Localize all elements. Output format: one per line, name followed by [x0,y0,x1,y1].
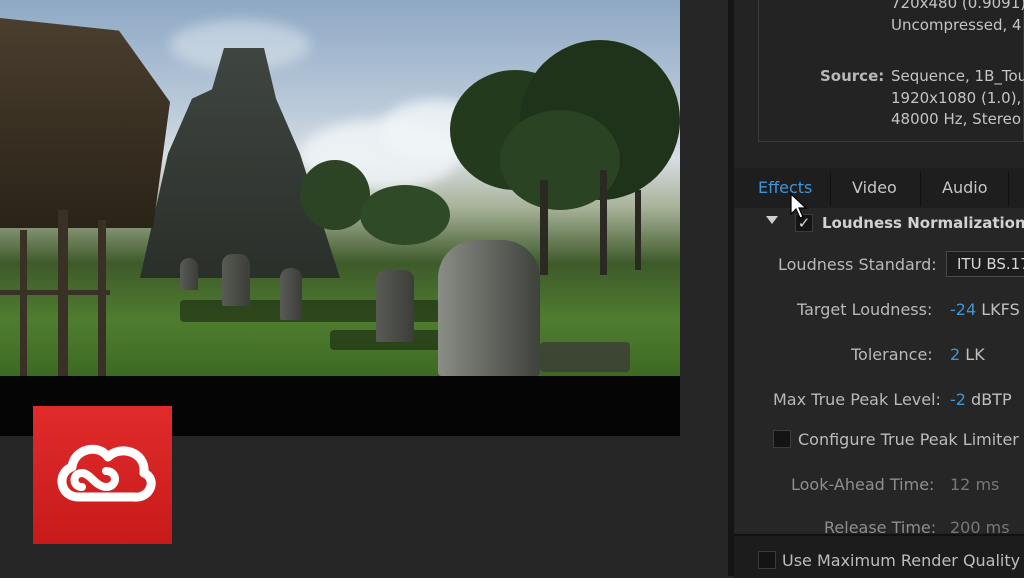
lookahead-value[interactable]: 12 [950,475,970,494]
video-preview [0,0,680,436]
mouse-cursor-icon [790,193,808,219]
preview-frame [0,0,680,376]
max-render-quality-label: Use Maximum Render Quality [782,551,1021,570]
tolerance-unit: LK [965,345,985,364]
configure-limiter-label: Configure True Peak Limiter [798,430,1019,449]
lookahead-unit: ms [975,475,1000,494]
max-true-peak-value[interactable]: -2 [950,390,966,409]
lookahead-label: Look-Ahead Time: [791,475,935,494]
source-line-2: 1920x1080 (1.0), 2 [891,89,1024,107]
creative-cloud-logo [33,406,172,544]
target-loudness-unit: LKFS [981,300,1020,319]
max-true-peak-unit: dBTP [971,390,1012,409]
target-loudness-label: Target Loudness: [797,300,933,319]
max-render-quality-checkbox[interactable] [758,551,776,569]
tab-audio[interactable]: Audio [940,168,989,208]
output-line-2: Uncompressed, 4 [891,16,1022,34]
loudness-section-title: Loudness Normalization [822,214,1024,232]
tolerance-label: Tolerance: [851,345,933,364]
tab-video[interactable]: Video [850,168,899,208]
tolerance-value[interactable]: 2 [950,345,960,364]
source-line-1: Sequence, 1B_Tou [891,67,1024,85]
loudness-standard-dropdown[interactable]: ITU BS.17 [946,251,1024,277]
source-line-3: 48000 Hz, Stereo [891,110,1022,128]
target-loudness-value[interactable]: -24 [950,300,976,319]
creative-cloud-icon [57,444,156,502]
source-label: Source: [820,67,885,85]
configure-limiter-checkbox[interactable] [773,430,791,448]
thatched-hut [0,18,170,228]
output-line-1: 720x480 (0.9091), [891,0,1024,12]
loudness-standard-label: Loudness Standard: [778,255,937,274]
max-true-peak-label: Max True Peak Level: [773,390,941,409]
stone-stela [438,240,540,376]
collapse-triangle-icon[interactable] [766,216,778,226]
